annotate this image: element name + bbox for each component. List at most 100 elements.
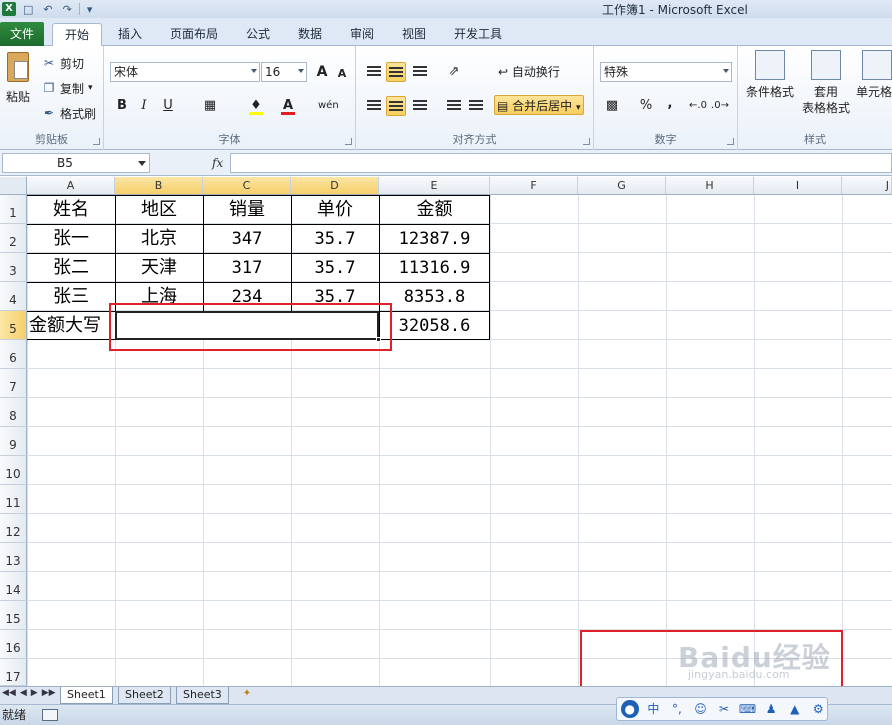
tab-formulas[interactable]: 公式 [236, 23, 280, 46]
scissors-icon[interactable]: ✂ [715, 700, 733, 718]
row-header-1[interactable]: 1 [0, 195, 27, 224]
row-header-4[interactable]: 4 [0, 282, 27, 311]
row-header-14[interactable]: 14 [0, 572, 27, 601]
decrease-indent-icon[interactable] [444, 96, 464, 116]
increase-decimal-icon[interactable]: ←.0 [688, 96, 708, 116]
italic-button[interactable]: I [134, 96, 154, 116]
column-header-e[interactable]: E [379, 177, 490, 195]
gear-icon[interactable]: ⚙ [810, 700, 828, 718]
emoji-icon[interactable]: ☺ [692, 700, 710, 718]
font-color-icon[interactable]: A [278, 96, 298, 116]
row-header-10[interactable]: 10 [0, 456, 27, 485]
cell-b3[interactable]: 天津 [115, 253, 203, 282]
row-header-6[interactable]: 6 [0, 340, 27, 369]
row-header-13[interactable]: 13 [0, 543, 27, 572]
first-sheet-icon[interactable]: ◀◀ [2, 688, 16, 698]
row-header-17[interactable]: 17 [0, 659, 27, 686]
save-icon[interactable]: □ [20, 3, 36, 16]
cell-a5[interactable]: 金额大写 [27, 311, 115, 340]
number-format-combo[interactable]: 特殊 [600, 62, 732, 82]
comma-button[interactable]: , [660, 94, 680, 114]
customize-qat-icon[interactable]: ▾ [84, 3, 96, 16]
grow-font-button[interactable]: A [312, 62, 332, 82]
row-header-2[interactable]: 2 [0, 224, 27, 253]
underline-button[interactable]: U [158, 96, 178, 116]
increase-indent-icon[interactable] [466, 96, 486, 116]
column-header-i[interactable]: I [754, 177, 842, 195]
insert-function-icon[interactable]: fx [212, 153, 223, 173]
row-header-11[interactable]: 11 [0, 485, 27, 514]
align-top-icon[interactable] [364, 62, 384, 82]
cell-a4[interactable]: 张三 [27, 282, 115, 311]
row-header-9[interactable]: 9 [0, 427, 27, 456]
align-right-icon[interactable] [410, 96, 430, 116]
cell-styles-button[interactable]: 单元格 [856, 50, 892, 100]
tab-data[interactable]: 数据 [288, 23, 332, 46]
sheet-tab-3[interactable]: Sheet3 [176, 687, 229, 704]
tab-home[interactable]: 开始 [52, 23, 102, 47]
cell-b1[interactable]: 地区 [115, 195, 203, 224]
cell-e3[interactable]: 11316.9 [379, 253, 490, 282]
wrap-text-button[interactable]: ↩ 自动换行 [496, 62, 562, 82]
name-box[interactable]: B5 [2, 153, 150, 173]
merged-cell-b5-d5[interactable] [115, 311, 379, 340]
tab-review[interactable]: 审阅 [340, 23, 384, 46]
shrink-font-button[interactable]: A [332, 64, 352, 84]
user-icon[interactable]: ● [621, 700, 639, 718]
cell-e4[interactable]: 8353.8 [379, 282, 490, 311]
cell-e2[interactable]: 12387.9 [379, 224, 490, 253]
tab-insert[interactable]: 插入 [107, 23, 153, 46]
cell-a1[interactable]: 姓名 [27, 195, 115, 224]
column-header-b[interactable]: B [115, 177, 203, 195]
align-bottom-icon[interactable] [410, 62, 430, 82]
row-header-15[interactable]: 15 [0, 601, 27, 630]
cell-d4[interactable]: 35.7 [291, 282, 379, 311]
align-center-icon[interactable] [386, 96, 406, 116]
cell-c4[interactable]: 234 [203, 282, 291, 311]
currency-icon[interactable]: ▩ [602, 96, 622, 116]
row-header-3[interactable]: 3 [0, 253, 27, 282]
punct-icon[interactable]: °, [668, 700, 686, 718]
person-icon[interactable]: ♟ [762, 700, 780, 718]
formula-input[interactable] [230, 153, 892, 173]
column-header-g[interactable]: G [578, 177, 666, 195]
lang-zh-icon[interactable]: 中 [645, 700, 663, 718]
bold-button[interactable]: B [112, 96, 132, 116]
redo-icon[interactable]: ↷ [60, 3, 75, 16]
select-all-corner[interactable] [0, 177, 27, 195]
cell-d1[interactable]: 单价 [291, 195, 379, 224]
column-header-f[interactable]: F [490, 177, 578, 195]
column-header-j[interactable]: J [842, 177, 892, 195]
cell-a2[interactable]: 张一 [27, 224, 115, 253]
font-name-combo[interactable]: 宋体 [110, 62, 260, 82]
row-header-5[interactable]: 5 [0, 311, 27, 340]
paste-button[interactable]: 粘贴 [4, 52, 32, 105]
format-painter-button[interactable]: ✒ 格式刷 [42, 104, 96, 122]
conditional-format-button[interactable]: 条件格式 [742, 50, 798, 100]
insert-sheet-icon[interactable]: ✦ [238, 688, 256, 702]
cell-b4[interactable]: 上海 [115, 282, 203, 311]
clipboard-launcher-icon[interactable] [93, 138, 100, 145]
cell-e1[interactable]: 金额 [379, 195, 490, 224]
row-header-16[interactable]: 16 [0, 630, 27, 659]
align-left-icon[interactable] [364, 96, 384, 116]
fill-color-icon[interactable]: ♦ [246, 96, 266, 116]
tab-page-layout[interactable]: 页面布局 [160, 23, 228, 46]
row-header-8[interactable]: 8 [0, 398, 27, 427]
cell-c1[interactable]: 销量 [203, 195, 291, 224]
next-sheet-icon[interactable]: ▶ [31, 688, 38, 698]
font-size-combo[interactable]: 16 [261, 62, 307, 82]
undo-icon[interactable]: ↶ [40, 3, 55, 16]
copy-button[interactable]: ❐ 复制 ▾ [42, 79, 93, 97]
tab-developer[interactable]: 开发工具 [444, 23, 512, 46]
column-header-d[interactable]: D [291, 177, 379, 195]
macro-record-icon[interactable] [42, 709, 58, 721]
shirt-icon[interactable]: ▲ [786, 700, 804, 718]
sheet-tab-2[interactable]: Sheet2 [118, 687, 171, 704]
keyboard-icon[interactable]: ⌨ [739, 700, 757, 718]
table-format-button[interactable]: 套用 表格格式 [796, 50, 856, 116]
cut-button[interactable]: ✂ 剪切 [42, 54, 84, 72]
cell-a3[interactable]: 张二 [27, 253, 115, 282]
row-header-12[interactable]: 12 [0, 514, 27, 543]
column-header-h[interactable]: H [666, 177, 754, 195]
